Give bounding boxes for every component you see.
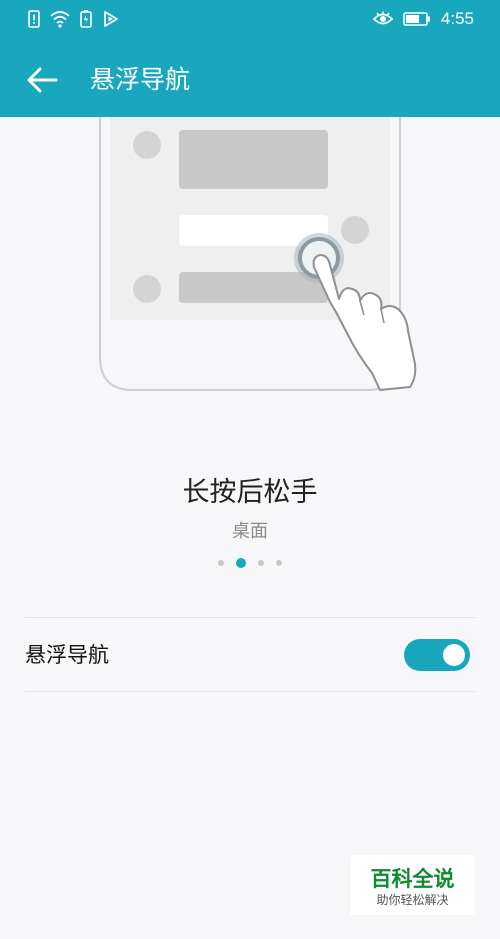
page-dot-active[interactable] (236, 558, 246, 568)
status-left-icons (28, 10, 120, 28)
status-time: 4:55 (440, 9, 474, 28)
status-bar: 4:55 (0, 0, 500, 42)
floating-nav-label: 悬浮导航 (25, 643, 109, 667)
page-indicator (0, 556, 500, 570)
alert-sim-icon (28, 10, 40, 28)
page-dot[interactable] (276, 560, 282, 566)
gesture-title: 长按后松手 (182, 477, 318, 508)
battery-icon (403, 12, 430, 26)
play-icon (104, 11, 118, 27)
floating-nav-toggle[interactable] (404, 639, 470, 671)
page-dot[interactable] (258, 560, 264, 566)
arrow-left-icon (27, 67, 58, 93)
phone-illustration (99, 117, 417, 391)
app-bar: 4:55 悬浮导航 (0, 0, 500, 117)
page-title: 悬浮导航 (90, 65, 191, 94)
divider-bottom (25, 691, 475, 692)
back-button[interactable] (22, 60, 62, 100)
watermark: 百科全说 助你轻松解决 (350, 855, 475, 915)
toggle-knob (443, 644, 465, 666)
wifi-icon (50, 11, 70, 28)
gesture-illustration (0, 117, 500, 407)
gesture-subtitle: 桌面 (232, 521, 268, 542)
floating-nav-setting-row[interactable]: 悬浮导航 (0, 618, 500, 691)
status-right-icons: 4:55 (372, 9, 474, 29)
charging-icon (80, 10, 92, 28)
eye-icon (372, 11, 393, 25)
watermark-title: 百科全说 (370, 867, 455, 891)
title-bar: 悬浮导航 (0, 42, 500, 117)
watermark-subtitle: 助你轻松解决 (376, 893, 449, 907)
page-dot[interactable] (218, 560, 224, 566)
